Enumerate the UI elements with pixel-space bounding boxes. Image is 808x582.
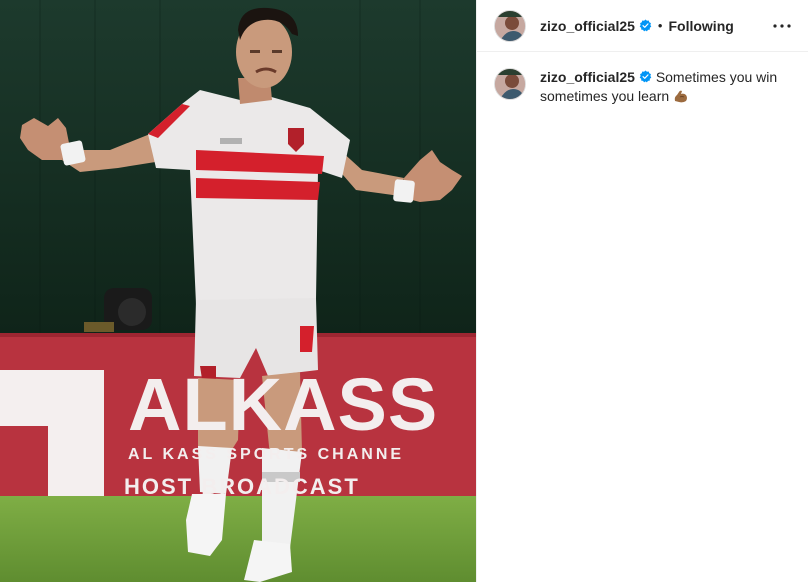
- more-horizontal-icon: [773, 23, 791, 28]
- caption-line-1: Sometimes you win: [655, 69, 778, 85]
- instagram-post: ALKASS AL KASS SPORTS CHANNE HOST BROADC…: [0, 0, 808, 582]
- post-photo[interactable]: ALKASS AL KASS SPORTS CHANNE HOST BROADC…: [0, 0, 476, 582]
- avatar-image: [495, 10, 525, 41]
- caption-line-2: sometimes you learn: [540, 88, 670, 104]
- author-username-text: zizo_official25: [540, 17, 635, 34]
- flexed-biceps-icon: [673, 88, 689, 104]
- following-button[interactable]: Following: [668, 18, 733, 34]
- separator-dot: •: [657, 18, 663, 33]
- post-header: zizo_official25 • Following: [477, 0, 808, 52]
- caption-author-avatar[interactable]: [494, 68, 526, 100]
- more-options-button[interactable]: [770, 14, 794, 38]
- caption-username-text: zizo_official25: [540, 69, 635, 85]
- caption: zizo_official25 Sometimes you win someti…: [540, 68, 790, 106]
- author-avatar[interactable]: [494, 9, 526, 42]
- verified-badge-icon: [639, 19, 652, 32]
- caption-username[interactable]: zizo_official25: [540, 69, 652, 85]
- avatar-image: [495, 69, 525, 99]
- verified-badge-icon: [639, 70, 652, 83]
- caption-row: zizo_official25 Sometimes you win someti…: [477, 52, 808, 106]
- author-username[interactable]: zizo_official25: [540, 18, 652, 34]
- post-side-panel: zizo_official25 • Following zizo_officia…: [476, 0, 808, 582]
- player-photo-illustration: [0, 0, 476, 582]
